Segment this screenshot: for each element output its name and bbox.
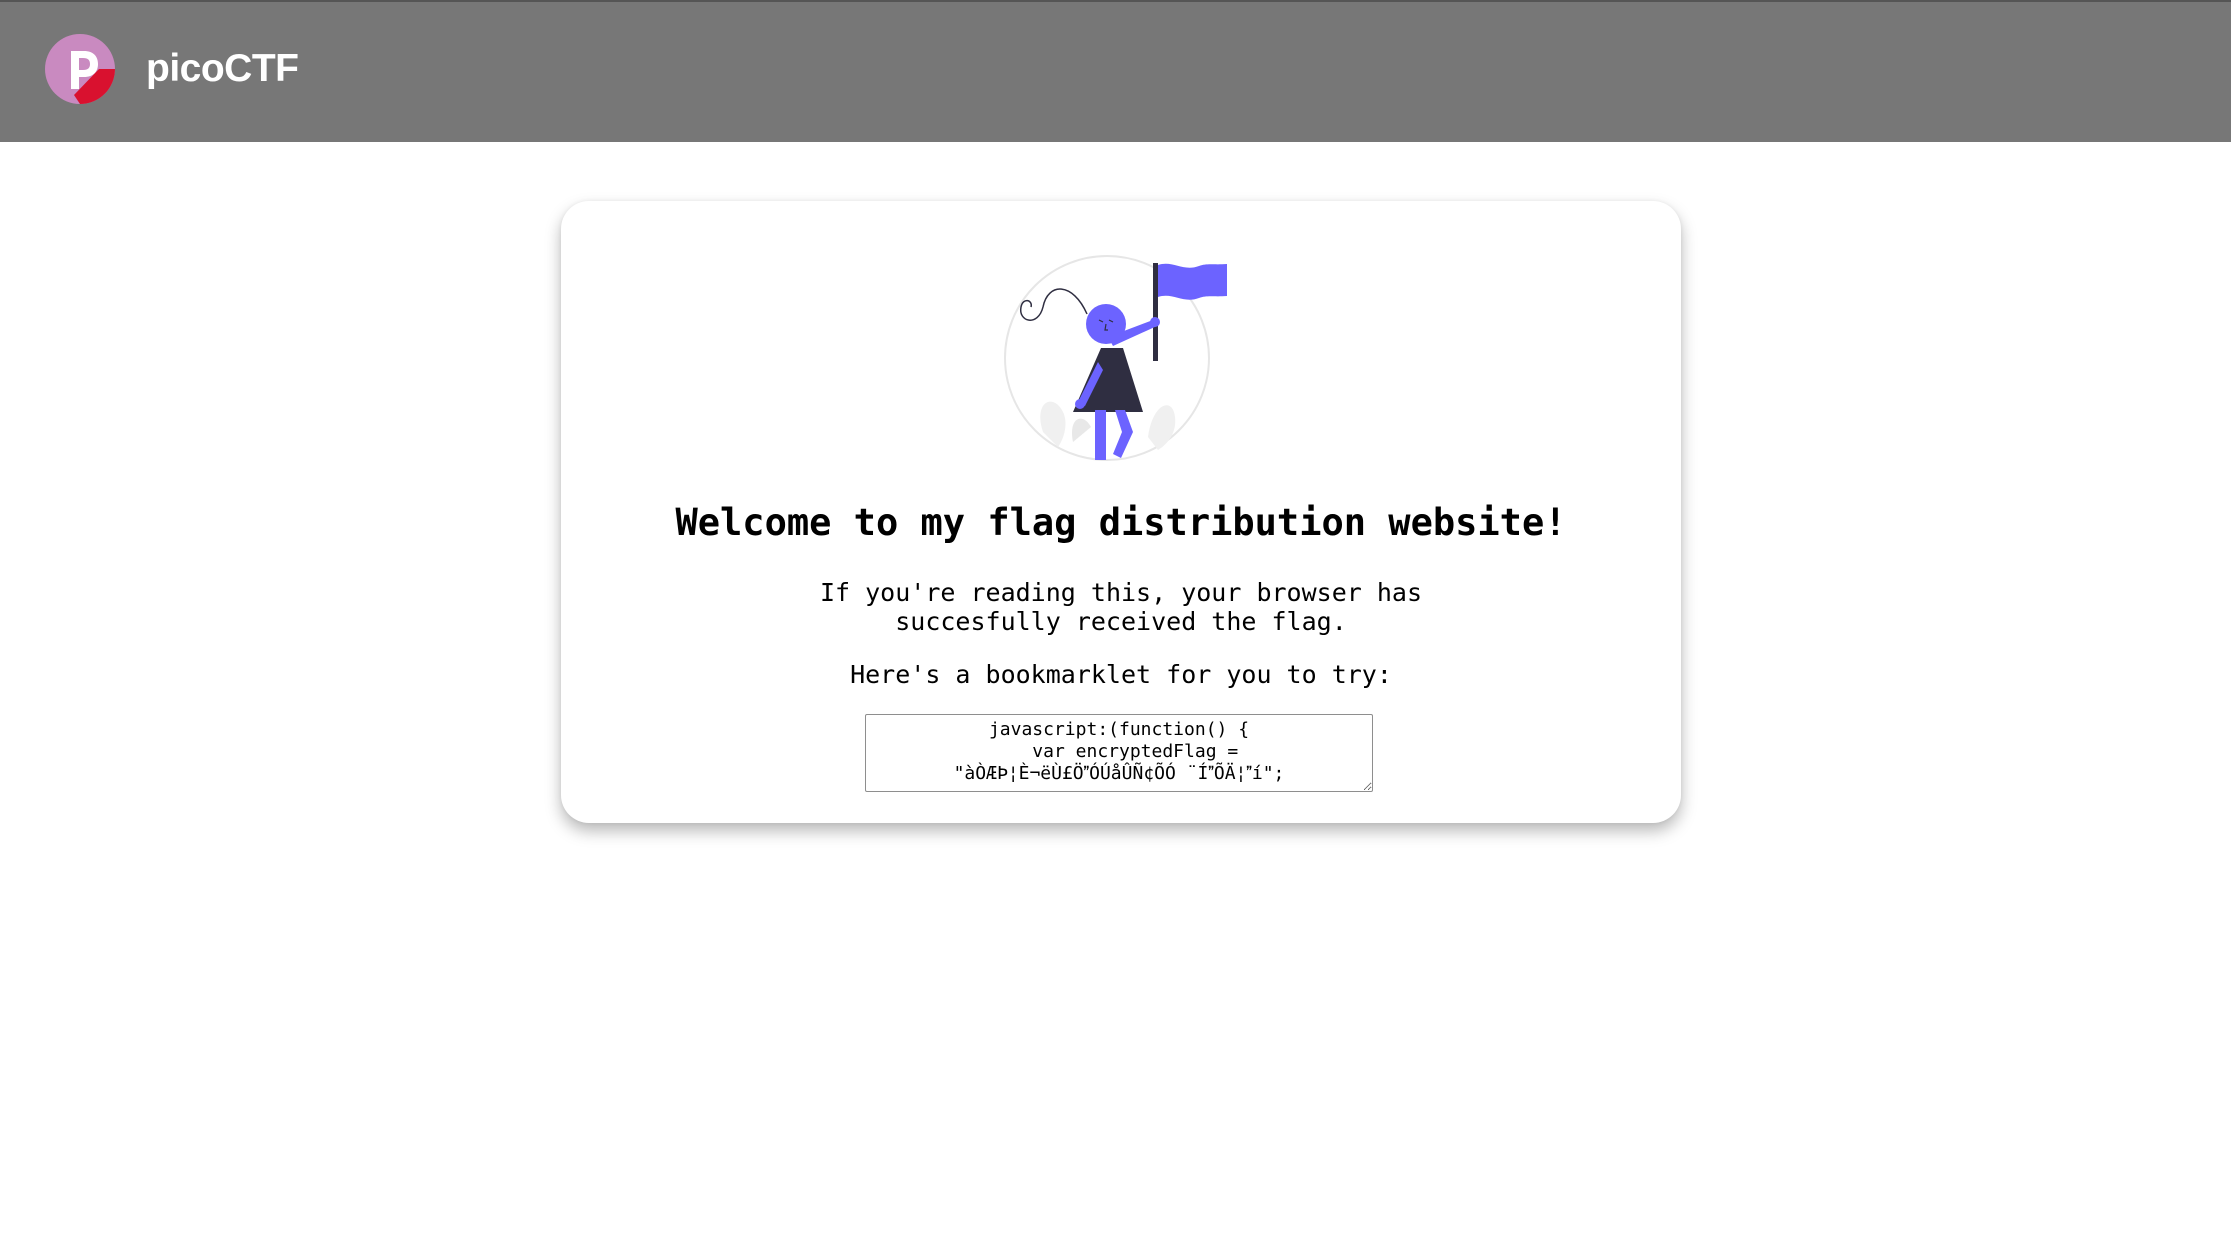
brand-name[interactable]: picoCTF bbox=[146, 47, 299, 91]
top-navbar: picoCTF bbox=[0, 0, 2231, 142]
intro-line-2: succesfully received the flag. bbox=[895, 607, 1347, 636]
brand-link[interactable]: picoCTF bbox=[44, 33, 299, 105]
intro-line-1: If you're reading this, your browser has bbox=[819, 578, 1423, 607]
picoctf-logo-icon bbox=[45, 34, 115, 104]
bookmarklet-textarea[interactable]: javascript:(function() { var encryptedFl… bbox=[865, 714, 1373, 792]
welcome-card: Welcome to my flag distribution website!… bbox=[561, 201, 1681, 823]
page-title: Welcome to my flag distribution website! bbox=[675, 501, 1567, 544]
person-with-flag-illustration bbox=[1004, 255, 1227, 461]
intro-paragraph: If you're reading this, your browser has… bbox=[561, 578, 1681, 636]
bookmarklet-prompt: Here's a bookmarklet for you to try: bbox=[850, 660, 1392, 689]
